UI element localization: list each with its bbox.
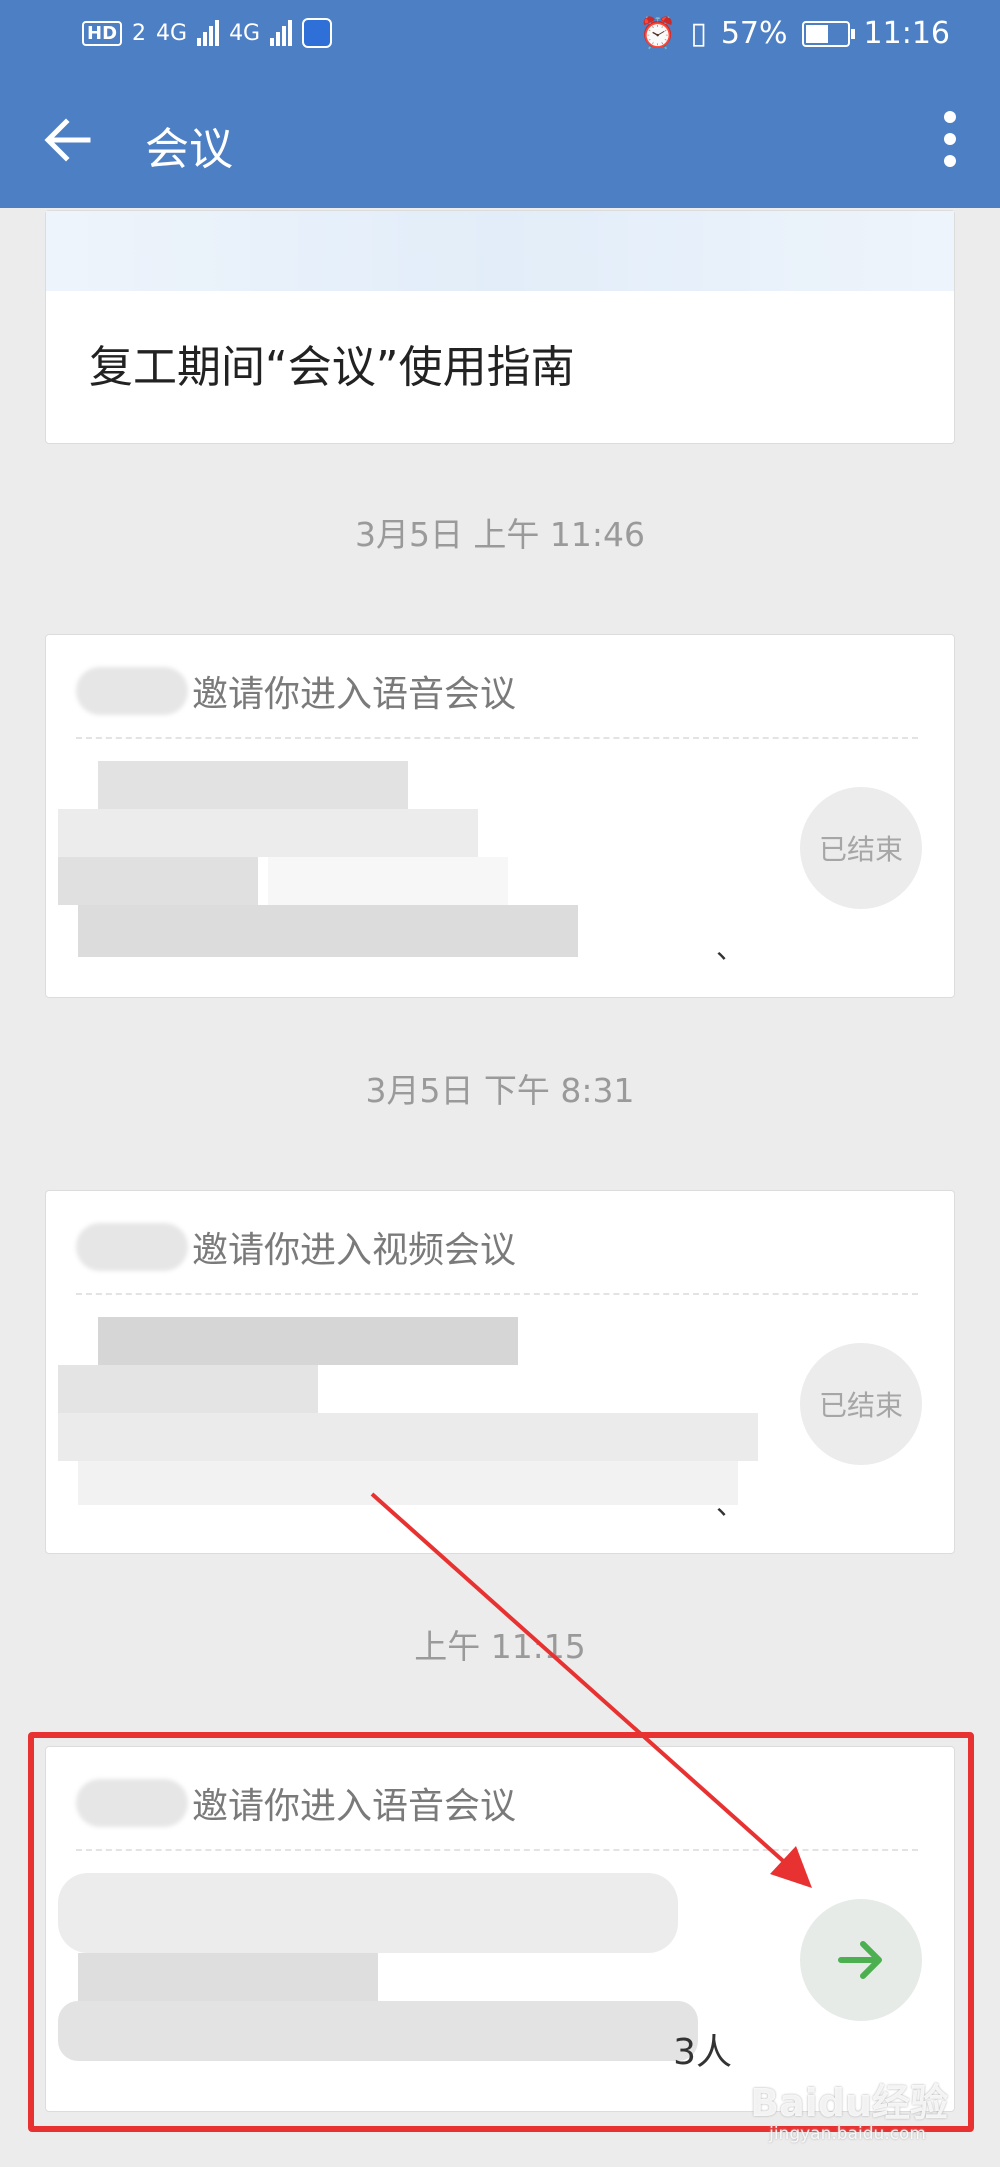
- page-title: 会议: [145, 124, 233, 175]
- shield-icon: [302, 18, 333, 48]
- trailing-text: 、: [715, 932, 744, 965]
- guide-card[interactable]: 复工期间“会议”使用指南: [45, 210, 955, 444]
- sim-number: 2: [132, 20, 147, 46]
- invite-text: 邀请你进入语音会议: [192, 674, 517, 715]
- divider: [76, 737, 918, 739]
- blurred-name: [76, 1223, 188, 1271]
- more-menu-icon[interactable]: [940, 111, 960, 171]
- meeting-invite-card[interactable]: 邀请你进入视频会议 、 已结束: [45, 1190, 955, 1554]
- invite-text: 邀请你进入视频会议: [192, 1230, 517, 1271]
- meeting-ended-badge: 已结束: [800, 787, 922, 909]
- battery-icon: [801, 20, 855, 47]
- battery-percent: 57%: [720, 16, 788, 51]
- vibrate-icon: ▯: [690, 16, 707, 51]
- signal-icon-2: [270, 20, 293, 46]
- blurred-name: [76, 667, 188, 715]
- alarm-icon: ⏰: [638, 16, 677, 51]
- message-timestamp: 3月5日 上午 11:46: [354, 515, 646, 554]
- divider: [76, 1293, 918, 1295]
- nav-bar: 会议: [0, 75, 1000, 208]
- watermark-logo: Baidu经验: [750, 2081, 948, 2125]
- message-timestamp: 上午 11:15: [414, 1627, 586, 1666]
- back-arrow-icon[interactable]: [40, 113, 94, 167]
- meeting-ended-badge: 已结束: [800, 1343, 922, 1465]
- trailing-text: 、: [715, 1488, 744, 1521]
- blurred-meeting-info: [58, 761, 758, 981]
- network-label-2: 4G: [229, 20, 261, 46]
- clock: 11:16: [863, 16, 950, 51]
- hd-badge: HD: [82, 20, 123, 46]
- status-bar: HD 2 4G 4G ⏰ ▯ 57% 11:16: [0, 0, 1000, 75]
- app-header: HD 2 4G 4G ⏰ ▯ 57% 11:16 会议: [0, 0, 1000, 208]
- meeting-invite-card[interactable]: 邀请你进入语音会议 、 已结束: [45, 634, 955, 998]
- guide-banner-image: [46, 211, 954, 291]
- guide-title: 复工期间“会议”使用指南: [89, 342, 575, 393]
- message-timestamp: 3月5日 下午 8:31: [365, 1071, 635, 1110]
- blurred-meeting-info: [58, 1317, 758, 1537]
- signal-icon: [197, 20, 220, 46]
- watermark-url: jingyan.baidu.com: [769, 2124, 926, 2144]
- network-label-1: 4G: [156, 20, 188, 46]
